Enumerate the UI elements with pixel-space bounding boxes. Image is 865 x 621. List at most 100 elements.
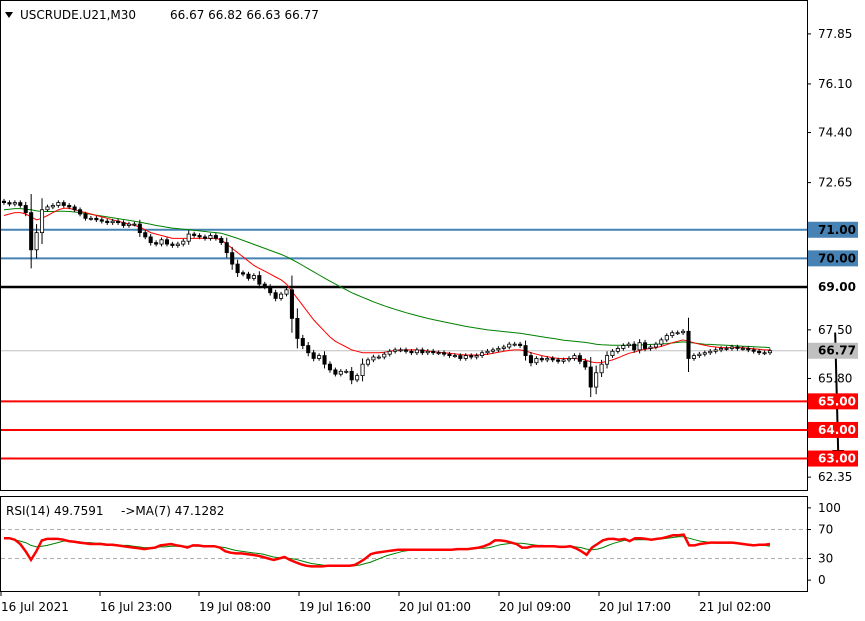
candle-body [534,358,539,364]
candle-body [735,346,740,349]
candle-body [94,217,99,221]
candle-body [474,355,479,358]
candle-body [485,350,490,354]
candle-body [583,360,588,368]
candle-body [273,292,278,299]
candle-body [566,358,572,361]
candle-body [746,348,751,351]
candle-body [637,342,642,351]
candle-body [371,356,376,361]
candle-body [360,363,365,377]
candle-body [99,219,104,222]
candle-body [490,349,495,352]
candle-body [409,350,414,354]
candle-body [143,232,148,238]
candle-body [39,209,45,234]
candle-body [387,350,392,355]
candle-body [626,343,631,346]
candle-body [235,263,240,274]
rsi-tick-label: 30 [818,551,833,565]
candle-body [105,220,110,224]
current-price-badge: 66.77 [818,344,856,358]
candle-body [164,239,170,245]
candle-body [691,355,696,359]
candle-body [724,348,729,350]
time-tick-label: 16 Jul 23:00 [100,600,172,614]
candle-body [50,205,55,208]
candle-body [545,358,550,361]
candle-body [202,236,208,239]
candle-body [295,318,300,339]
candle-body [12,202,17,205]
candle-body [425,350,430,354]
candle-body [1,200,7,204]
candle-body [751,349,756,352]
price-tick-label: 62.35 [818,470,852,484]
candle-body [577,355,582,362]
level-badge-71.00: 71.00 [818,223,856,237]
time-tick-label: 21 Jul 02:00 [699,600,771,614]
candle-body [518,343,523,346]
candle-body [653,343,658,348]
candle-body [224,242,229,254]
chart-canvas: 77.85 76.10 74.40 72.65 67.50 65.80 62.35 100 7… [0,0,858,614]
level-badges: 71.00 70.00 69.00 65.00 64.00 63.00 66.77 [808,221,858,467]
price-tick-label: 72.65 [818,176,852,190]
candle-body [311,352,316,359]
candle-body [344,370,349,373]
candle-body [284,289,289,295]
candle-body [594,372,599,388]
candle-body [186,233,191,242]
candle-body [110,220,115,224]
candle-body [29,212,34,251]
time-axis: 16 Jul 2021 16 Jul 23:00 19 Jul 08:00 19 Ju… [0,591,771,614]
candle-body [702,352,707,355]
level-badge-63.00: 63.00 [818,452,856,466]
candle-body [61,202,66,206]
time-tick-label: 20 Jul 01:00 [399,600,471,614]
candle-body [393,349,398,352]
collapse-triangle-icon[interactable] [5,12,13,18]
candle-body [681,330,686,334]
candle-body [116,220,121,224]
candle-body [300,338,305,346]
candle-body [181,240,186,245]
candle-body [365,359,371,365]
candle-body [192,233,197,236]
candle-body [241,272,246,275]
candle-body [132,223,137,226]
candle-body [599,363,604,374]
candle-body [528,355,533,364]
candle-body [349,370,354,381]
candle-body [469,355,474,358]
candle-body [550,358,555,361]
candle-body [219,237,224,244]
candle-body [556,359,561,362]
time-tick-label: 19 Jul 08:00 [199,600,271,614]
candle-body [262,283,267,288]
time-tick-label: 20 Jul 09:00 [499,600,571,614]
rsi-tick-label: 100 [818,501,841,515]
candle-body [148,236,153,244]
main-panel-border [0,0,808,491]
price-tick-label: 76.10 [818,77,852,91]
candle-body [670,332,675,336]
candle-body [501,346,506,349]
time-tick-label: 20 Jul 17:00 [599,600,671,614]
main-plot-area [1,194,845,460]
candle-body [648,346,653,349]
candle-body [767,350,773,354]
candle-body [403,349,409,352]
candle-body [713,349,718,352]
price-tick-label: 77.85 [818,27,852,41]
candle-body [452,355,457,357]
candle-body [480,352,485,356]
candle-body [561,359,566,362]
candle-body [355,375,360,381]
candle-body [762,352,767,355]
candle-body [507,343,512,348]
candle-body [34,232,39,251]
rsi-axis: 100 70 30 0 [807,501,841,587]
candle-body [289,289,294,319]
level-badge-69.00: 69.00 [818,280,856,294]
